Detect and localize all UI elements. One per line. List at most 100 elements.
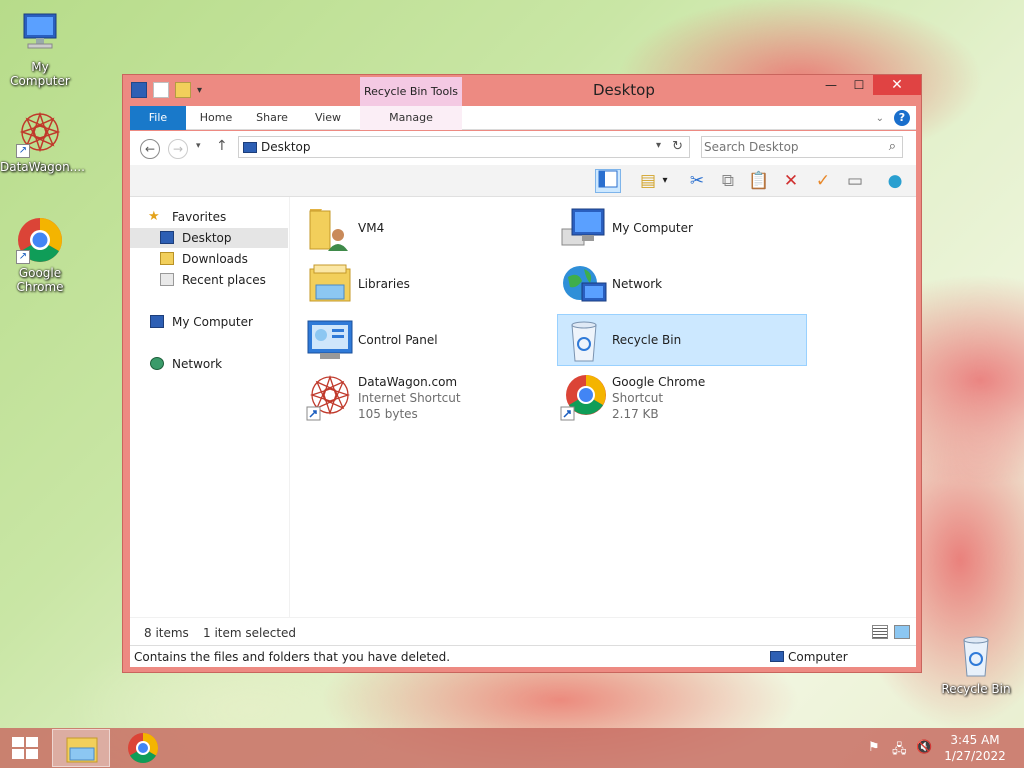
close-button[interactable]: ✕: [873, 75, 921, 95]
address-dropdown-icon[interactable]: ▾: [656, 140, 661, 151]
start-button[interactable]: [12, 737, 38, 759]
action-center-flag-icon[interactable]: ⚑: [868, 740, 884, 756]
file-name: Recycle Bin: [612, 333, 682, 347]
customize-qat-icon[interactable]: ▾: [197, 85, 202, 96]
file-item-vm4[interactable]: VM4: [304, 203, 554, 255]
expand-ribbon-icon[interactable]: ⌄: [876, 113, 884, 124]
desktop-icon: [160, 231, 174, 244]
item-description: Contains the files and folders that you …: [134, 650, 451, 664]
system-tray: ⚑ 🖧 🔇 3:45 AM 1/27/2022: [868, 732, 1010, 764]
nav-desktop[interactable]: Desktop: [130, 228, 288, 248]
desktop-icon-recycle-bin[interactable]: Recycle Bin: [936, 632, 1016, 696]
recent-locations-icon[interactable]: ▾: [196, 141, 201, 151]
file-size: 2.17 KB: [612, 407, 659, 421]
taskbar-file-explorer[interactable]: [52, 729, 110, 767]
network-icon: [560, 261, 608, 309]
window-title: Desktop: [593, 81, 655, 99]
help-icon[interactable]: ?: [894, 110, 910, 126]
nav-recent-places[interactable]: Recent places: [130, 270, 288, 290]
minimize-button[interactable]: —: [817, 75, 845, 95]
file-type: Internet Shortcut: [358, 391, 461, 405]
delete-icon[interactable]: ✕: [778, 169, 804, 193]
desktop-icon-label: Google Chrome: [16, 266, 64, 294]
file-item-network[interactable]: Network: [558, 259, 808, 311]
search-input[interactable]: [704, 139, 879, 155]
nav-label: Desktop: [182, 231, 232, 245]
rename-check-icon[interactable]: ✓: [810, 169, 836, 193]
up-button[interactable]: ↑: [216, 138, 228, 154]
computer-small-icon: [770, 651, 784, 662]
file-item-google-chrome[interactable]: Google Chrome Shortcut 2.17 KB: [558, 371, 808, 423]
address-bar-row: ← → ▾ ↑ Desktop ▾ ↻ ⌕: [130, 131, 916, 165]
user-folder-icon: [306, 205, 354, 253]
cut-icon[interactable]: ✂: [684, 169, 710, 193]
copy-icon[interactable]: ⧉: [715, 169, 741, 193]
nav-network[interactable]: Network: [130, 354, 288, 374]
paste-icon[interactable]: 📋: [746, 169, 772, 193]
details-bar: Contains the files and folders that you …: [130, 645, 916, 667]
computer-icon: [150, 315, 164, 328]
preview-pane-button[interactable]: [595, 169, 621, 193]
nav-label: Network: [172, 357, 223, 371]
chrome-icon: [128, 733, 159, 764]
file-item-recycle-bin[interactable]: Recycle Bin: [557, 314, 807, 366]
properties-button-icon[interactable]: ▭: [842, 169, 868, 193]
more-options-icon[interactable]: ▾: [658, 169, 672, 193]
taskbar-chrome[interactable]: [114, 729, 172, 767]
forward-button[interactable]: →: [168, 139, 188, 159]
search-icon: ⌕: [888, 139, 896, 154]
tab-view[interactable]: View: [304, 106, 352, 130]
contextual-tab-group: Recycle Bin Tools: [360, 77, 462, 107]
file-item-datawagon[interactable]: DataWagon.com Internet Shortcut 105 byte…: [304, 371, 554, 423]
address-path: Desktop: [261, 140, 311, 154]
chrome-icon: [560, 373, 608, 421]
maximize-button[interactable]: ☐: [845, 75, 873, 95]
selection-count: 1 item selected: [203, 626, 297, 640]
status-bar: 8 items 1 item selected: [130, 617, 916, 645]
desktop-icon-my-computer[interactable]: My Computer: [0, 10, 80, 88]
nav-downloads[interactable]: Downloads: [130, 249, 288, 269]
recycle-bin-icon: [952, 632, 1000, 680]
ribbon-tabs: File Home Share View Manage ⌄ ?: [130, 106, 916, 130]
details-view-icon[interactable]: [872, 625, 888, 639]
title-bar[interactable]: ▾ Recycle Bin Tools Desktop — ☐ ✕: [123, 75, 921, 107]
nav-favorites[interactable]: ★ Favorites: [130, 207, 288, 227]
window-icon: [131, 82, 147, 98]
globe-options-icon[interactable]: ●: [882, 169, 908, 193]
file-item-control-panel[interactable]: Control Panel: [304, 315, 554, 367]
back-button[interactable]: ←: [140, 139, 160, 159]
network-status-icon[interactable]: 🖧: [892, 740, 908, 757]
properties-icon[interactable]: [153, 82, 169, 98]
file-item-my-computer[interactable]: My Computer: [558, 203, 808, 255]
new-folder-icon[interactable]: [175, 82, 191, 98]
desktop-icon-datawagon[interactable]: ↗ DataWagon....: [0, 110, 85, 174]
desktop-icon-label: My Computer: [10, 60, 70, 88]
refresh-icon[interactable]: ↻: [672, 139, 683, 154]
computer-icon: [16, 10, 64, 58]
large-icons-view-icon[interactable]: [894, 625, 910, 639]
file-name: VM4: [358, 221, 385, 235]
nav-label: Recent places: [182, 273, 266, 287]
tab-file[interactable]: File: [130, 106, 186, 130]
address-box[interactable]: Desktop ▾ ↻: [238, 136, 690, 158]
desktop-location-icon: [243, 142, 257, 153]
tab-home[interactable]: Home: [192, 106, 240, 130]
desktop-icon-label: Recycle Bin: [941, 682, 1011, 696]
file-explorer-icon: [66, 737, 98, 763]
file-name: DataWagon.com: [358, 375, 458, 389]
tab-manage[interactable]: Manage: [360, 106, 462, 130]
explorer-window: ▾ Recycle Bin Tools Desktop — ☐ ✕ File H…: [122, 74, 922, 673]
computer-icon: [560, 205, 608, 253]
command-toolbar: ▤ ▾ ✂ ⧉ 📋 ✕ ✓ ▭ ●: [130, 165, 916, 197]
nav-label: My Computer: [172, 315, 253, 329]
file-item-libraries[interactable]: Libraries: [304, 259, 554, 311]
search-box[interactable]: ⌕: [701, 136, 903, 158]
recycle-bin-icon: [560, 317, 608, 365]
desktop-icon-chrome[interactable]: ↗ Google Chrome: [0, 216, 80, 294]
volume-muted-icon[interactable]: 🔇: [916, 740, 932, 756]
clock[interactable]: 3:45 AM 1/27/2022: [940, 732, 1010, 764]
file-name: Google Chrome: [612, 375, 706, 389]
tab-share[interactable]: Share: [248, 106, 296, 130]
nav-my-computer[interactable]: My Computer: [130, 312, 288, 332]
datawagon-icon: [306, 373, 354, 421]
